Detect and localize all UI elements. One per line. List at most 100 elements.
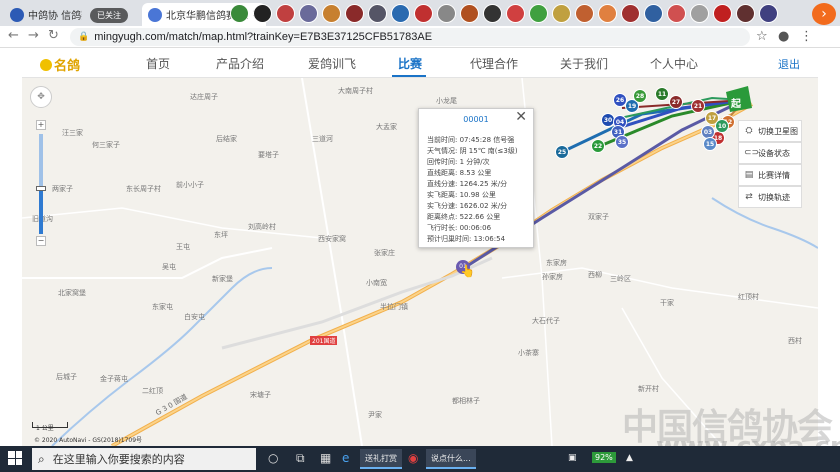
- avatar[interactable]: [713, 4, 732, 23]
- nav-home[interactable]: 首页: [146, 55, 170, 72]
- zoom-knob[interactable]: [36, 186, 46, 191]
- follow-badge[interactable]: 已关注: [90, 8, 128, 23]
- info-row: 回传时间: 1 分钟/次: [427, 158, 490, 166]
- bird-marker[interactable]: 21: [691, 99, 705, 113]
- avatar[interactable]: [253, 4, 272, 23]
- extension-arrow-icon[interactable]: ›: [812, 3, 836, 25]
- avatar[interactable]: [230, 4, 249, 23]
- info-row: 直线距离: 8.53 公里: [427, 169, 492, 177]
- satellite-toggle-button[interactable]: ⛭ 切换卫星图: [738, 120, 802, 142]
- secondary-road: [221, 256, 493, 350]
- race-details-button[interactable]: ▤ 比赛详情: [738, 164, 802, 186]
- avatar[interactable]: [690, 4, 709, 23]
- place-label: 新开村: [638, 385, 659, 393]
- place-label: 干家: [660, 299, 674, 307]
- cortana-icon[interactable]: ○: [268, 451, 278, 465]
- avatar[interactable]: [483, 4, 502, 23]
- zoom-in-button[interactable]: +: [36, 120, 46, 130]
- avatar[interactable]: [575, 4, 594, 23]
- nav-races[interactable]: 比赛: [398, 55, 422, 72]
- logout-link[interactable]: 退出: [778, 56, 800, 72]
- battery-indicator[interactable]: 92%: [592, 452, 616, 463]
- nav-profile[interactable]: 个人中心: [650, 55, 698, 72]
- avatar[interactable]: [529, 4, 548, 23]
- place-label: 两家子: [52, 185, 73, 193]
- tab-favicon-icon: [10, 7, 24, 22]
- logo-icon: [40, 59, 52, 71]
- taskbar-item[interactable]: 说点什么...: [426, 449, 476, 469]
- zoom-out-button[interactable]: −: [36, 236, 46, 246]
- avatar[interactable]: [506, 4, 525, 23]
- nav-about[interactable]: 关于我们: [560, 55, 608, 72]
- zoom-slider[interactable]: + −: [36, 120, 46, 250]
- place-label: 西安家窝: [318, 235, 346, 243]
- reload-icon[interactable]: ↻: [48, 28, 59, 43]
- place-label: 尹家: [368, 411, 382, 419]
- nav-products[interactable]: 产品介绍: [216, 55, 264, 72]
- bookmark-star-icon[interactable]: ☆: [756, 29, 768, 44]
- info-row: 预计归巢时间: 13:06:54: [427, 235, 506, 243]
- network-icon[interactable]: ▲: [626, 453, 633, 463]
- profile-icon[interactable]: ●: [778, 29, 789, 44]
- lock-icon: 🔒: [78, 32, 90, 42]
- avatar[interactable]: [667, 4, 686, 23]
- swap-icon: ⇄: [745, 192, 753, 202]
- minor-road: [22, 207, 323, 239]
- menu-icon[interactable]: ⋮: [800, 29, 813, 44]
- avatar[interactable]: [391, 4, 410, 23]
- bird-marker[interactable]: 10: [715, 119, 729, 133]
- place-label: 孙家房: [542, 273, 563, 281]
- url-field[interactable]: 🔒 mingyugh.com/match/map.html?trainKey=E…: [70, 28, 750, 46]
- race-map[interactable]: 起 达庄周子 大南周子村 小龙尾 汪三家 何三家子 后结家 三道河 大孟家 要塔…: [22, 78, 818, 446]
- task-view-icon[interactable]: ⧉: [296, 451, 305, 466]
- avatar[interactable]: [552, 4, 571, 23]
- taskbar-search-field[interactable]: ⌕ 在这里输入你要搜索的内容: [32, 448, 256, 470]
- avatar[interactable]: [276, 4, 295, 23]
- avatar[interactable]: [299, 4, 318, 23]
- avatar[interactable]: [598, 4, 617, 23]
- start-marker[interactable]: 起: [726, 86, 752, 112]
- place-label: 大石代子: [532, 317, 560, 325]
- avatar[interactable]: [437, 4, 456, 23]
- bird-marker[interactable]: 35: [615, 135, 629, 149]
- back-icon[interactable]: ←: [8, 28, 19, 43]
- place-label: 小茶寨: [518, 349, 539, 357]
- avatar[interactable]: [621, 4, 640, 23]
- bird-marker[interactable]: 27: [669, 95, 683, 109]
- place-label: 宋塘子: [250, 391, 271, 399]
- place-label: 东家房: [546, 259, 567, 267]
- place-label: 西村: [788, 337, 802, 345]
- nav-agency[interactable]: 代理合作: [470, 55, 518, 72]
- site-logo[interactable]: 名鸽: [40, 55, 80, 74]
- bird-marker[interactable]: 26: [613, 93, 627, 107]
- close-icon[interactable]: ✕: [515, 109, 527, 125]
- svg-text:起: 起: [730, 97, 742, 110]
- bird-marker[interactable]: 11: [655, 87, 669, 101]
- forward-icon[interactable]: →: [28, 28, 39, 43]
- avatar[interactable]: [414, 4, 433, 23]
- app-icon[interactable]: ▦: [320, 451, 331, 465]
- chrome-icon[interactable]: ◉: [408, 451, 418, 465]
- avatar[interactable]: [759, 4, 778, 23]
- bird-marker[interactable]: 22: [591, 139, 605, 153]
- switch-track-button[interactable]: ⇄ 切换轨迹: [738, 186, 802, 208]
- tray-icon[interactable]: ▣: [568, 453, 577, 463]
- edge-icon[interactable]: e: [342, 451, 349, 465]
- bird-marker[interactable]: 25: [555, 145, 569, 159]
- avatar[interactable]: [345, 4, 364, 23]
- browser-tab[interactable]: 中鸽协 信鸽赛: [4, 3, 88, 26]
- nav-training[interactable]: 爱鸽训飞: [308, 55, 356, 72]
- avatar[interactable]: [322, 4, 341, 23]
- bird-marker[interactable]: 28: [633, 89, 647, 103]
- pan-control-icon[interactable]: ✥: [30, 86, 52, 108]
- device-status-button[interactable]: ⊂⊃ 设备状态: [738, 142, 802, 164]
- place-label: 红顶村: [738, 293, 759, 301]
- avatar[interactable]: [644, 4, 663, 23]
- avatar[interactable]: [460, 4, 479, 23]
- windows-start-icon[interactable]: [8, 451, 22, 465]
- info-row: 天气情况: 阴 15℃ 南(≤3级): [427, 147, 518, 155]
- bird-marker[interactable]: 15: [703, 137, 717, 151]
- avatar[interactable]: [368, 4, 387, 23]
- avatar[interactable]: [736, 4, 755, 23]
- taskbar-item[interactable]: 送礼打赏: [360, 449, 402, 469]
